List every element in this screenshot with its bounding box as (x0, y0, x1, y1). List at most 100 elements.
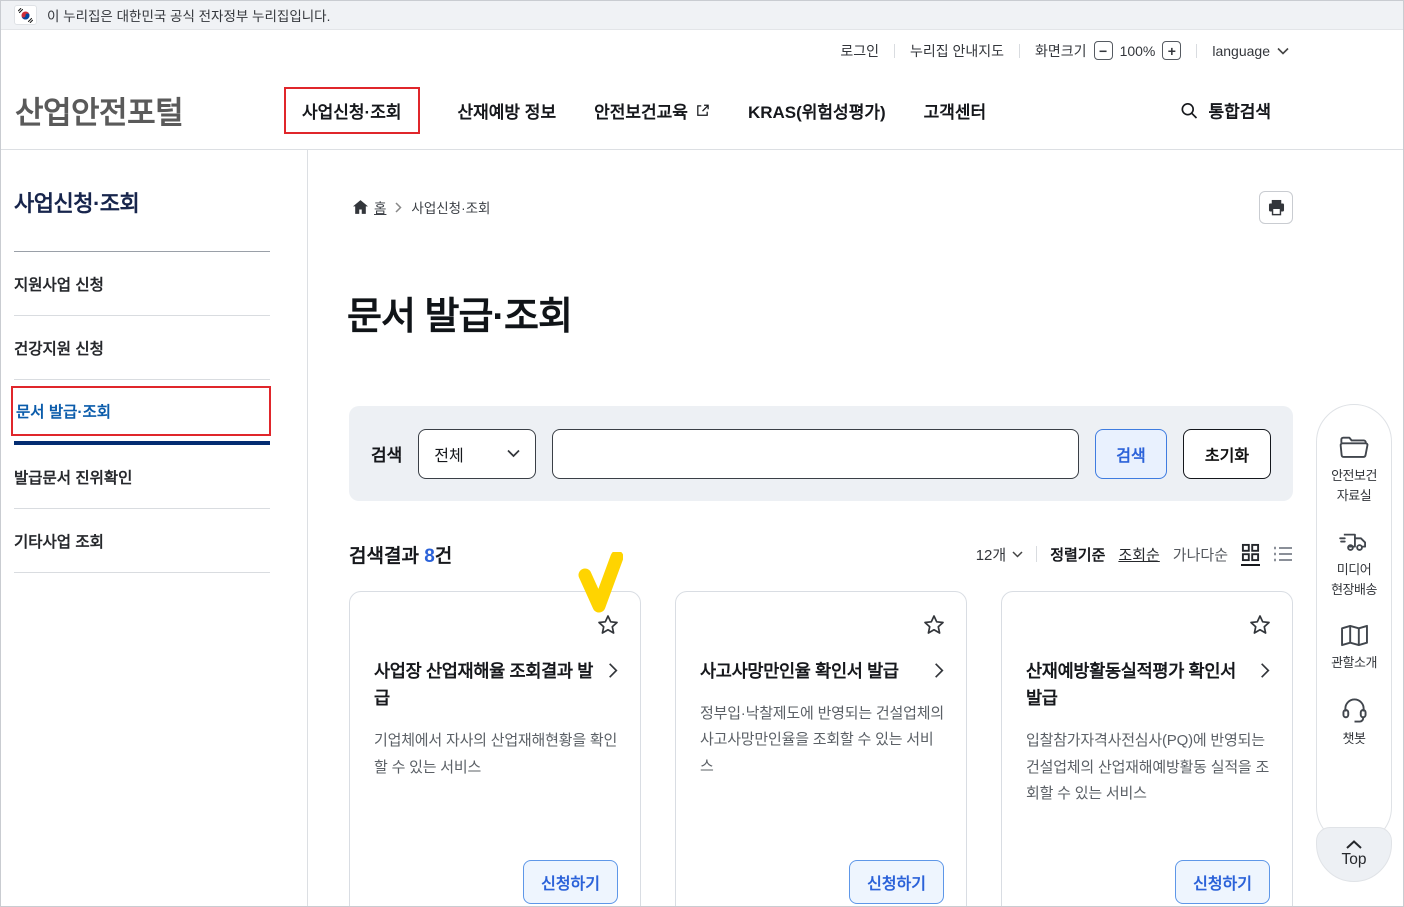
main-header: 산업안전포털 사업신청·조회 산재예방 정보 안전보건교육 KRAS(위험성평가… (1, 71, 1403, 150)
nav-label: 안전보건교육 (594, 98, 688, 123)
favorite-star-icon[interactable] (596, 613, 620, 642)
breadcrumb-current: 사업신청·조회 (411, 197, 490, 217)
nav-item-accident-prevention[interactable]: 산재예방 정보 (458, 98, 557, 123)
divider (894, 44, 895, 58)
card-title: 사고사망만인율 확인서 발급 (700, 658, 926, 685)
list-view-icon (1273, 546, 1293, 562)
nav-item-customer-center[interactable]: 고객센터 (924, 98, 987, 123)
scroll-to-top-button[interactable]: Top (1316, 827, 1392, 882)
quickmenu-label: 미디어 현장배송 (1331, 560, 1377, 599)
card-prevention-performance: 산재예방활동실적평가 확인서 발급 입찰참가자격사전심사(PQ)에 반영되는 건… (1001, 591, 1293, 907)
nav-item-business-apply[interactable]: 사업신청·조회 (284, 87, 420, 134)
quickmenu-media-delivery[interactable]: 미디어 현장배송 (1331, 530, 1377, 599)
favorite-star-icon[interactable] (1248, 613, 1272, 642)
reset-button[interactable]: 초기화 (1183, 429, 1271, 479)
sidebar-item-health-apply[interactable]: 건강지원 신청 (14, 316, 270, 379)
card-title-link[interactable]: 사고사망만인율 확인서 발급 (700, 658, 944, 685)
quickmenu-safety-library[interactable]: 안전보건 자료실 (1331, 435, 1377, 505)
home-icon (353, 200, 368, 214)
quick-menu: 안전보건 자료실 미디어 현장배송 관할소개 챗봇 (1316, 404, 1392, 845)
apply-button[interactable]: 신청하기 (849, 860, 944, 904)
printer-icon (1267, 198, 1286, 217)
card-title-link[interactable]: 사업장 산업재해율 조회결과 발급 (374, 658, 618, 712)
quickmenu-label: 안전보건 자료실 (1331, 466, 1377, 505)
sidebar-item-support-apply[interactable]: 지원사업 신청 (14, 252, 270, 315)
zoom-label: 화면크기 (1035, 41, 1087, 61)
search-label: 검색 (371, 441, 402, 466)
zoom-value: 100% (1120, 43, 1156, 59)
breadcrumb-home-label: 홈 (374, 197, 386, 217)
chevron-up-icon (1346, 840, 1362, 849)
folder-icon (1339, 435, 1369, 460)
divider (1196, 44, 1197, 58)
sidebar-item-document-issue[interactable]: 문서 발급·조회 (11, 386, 271, 436)
page-root: 이 누리집은 대한민국 공식 전자정부 누리집입니다. 로그인 누리집 안내지도… (0, 0, 1404, 907)
card-title: 산재예방활동실적평가 확인서 발급 (1026, 658, 1252, 712)
utility-bar: 로그인 누리집 안내지도 화면크기 − 100% + language (1, 30, 1403, 71)
sidebar-item-label: 기타사업 조회 (14, 530, 104, 552)
select-value: 전체 (434, 442, 463, 466)
nav-label: 사업신청·조회 (302, 98, 402, 123)
chevron-down-icon (507, 449, 520, 458)
divider (14, 572, 270, 573)
sidebar-item-label: 건강지원 신청 (14, 337, 104, 359)
zoom-in-button[interactable]: + (1162, 41, 1181, 60)
results-count-number: 8 (424, 546, 435, 567)
search-panel: 검색 전체 검색 초기화 (349, 406, 1293, 501)
card-description: 입찰참가자격사전심사(PQ)에 반영되는 건설업체의 산업재해예방활동 실적을 … (1026, 728, 1270, 807)
divider (14, 379, 270, 380)
apply-button[interactable]: 신청하기 (523, 860, 618, 904)
screen-zoom-control: 화면크기 − 100% + (1035, 41, 1181, 61)
sidebar-item-label: 지원사업 신청 (14, 273, 104, 295)
favorite-star-icon[interactable] (922, 613, 946, 642)
search-category-select[interactable]: 전체 (418, 429, 536, 479)
language-menu[interactable]: language (1212, 43, 1289, 59)
sidebar-title: 사업신청·조회 (14, 186, 270, 218)
global-search-label: 통합검색 (1208, 98, 1271, 123)
chevron-right-icon (395, 202, 402, 213)
results-count: 검색결과 8건 (349, 541, 452, 568)
divider (1019, 44, 1020, 58)
search-button[interactable]: 검색 (1095, 429, 1167, 479)
search-input[interactable] (552, 429, 1079, 479)
results-count-label: 검색결과 (349, 546, 419, 567)
korea-flag-icon (14, 5, 37, 25)
sort-by-views[interactable]: 조회순 (1118, 544, 1159, 565)
login-link[interactable]: 로그인 (840, 41, 879, 61)
nav-label: KRAS(위험성평가) (748, 98, 886, 123)
map-book-icon (1340, 624, 1369, 647)
page-size-select[interactable]: 12개 (976, 544, 1024, 565)
breadcrumb-home[interactable]: 홈 (353, 197, 386, 217)
page-size-value: 12개 (976, 544, 1007, 565)
quickmenu-jurisdiction-info[interactable]: 관할소개 (1331, 624, 1377, 673)
chevron-right-icon (608, 662, 618, 679)
sitemap-link[interactable]: 누리집 안내지도 (910, 41, 1004, 61)
quickmenu-label: 챗봇 (1343, 729, 1366, 749)
gov-banner: 이 누리집은 대한민국 공식 전자정부 누리집입니다. (1, 1, 1403, 30)
grid-view-toggle[interactable] (1241, 543, 1260, 566)
nav-item-kras[interactable]: KRAS(위험성평가) (748, 98, 886, 123)
card-title: 사업장 산업재해율 조회결과 발급 (374, 658, 600, 712)
headset-icon (1341, 698, 1368, 723)
quickmenu-chatbot[interactable]: 챗봇 (1341, 698, 1368, 749)
card-description: 정부입·낙찰제도에 반영되는 건설업체의 사고사망만인율을 조회할 수 있는 서… (700, 701, 944, 780)
chevron-right-icon (934, 662, 944, 679)
quickmenu-label: 관할소개 (1331, 653, 1377, 673)
sidebar-item-other-business[interactable]: 기타사업 조회 (14, 509, 270, 572)
global-search-button[interactable]: 통합검색 (1179, 98, 1271, 123)
sidebar-item-document-verify[interactable]: 발급문서 진위확인 (14, 445, 270, 508)
site-logo[interactable]: 산업안전포털 (15, 88, 183, 133)
print-button[interactable] (1259, 191, 1293, 224)
card-title-link[interactable]: 산재예방활동실적평가 확인서 발급 (1026, 658, 1270, 712)
results-count-suffix: 건 (435, 546, 452, 567)
chevron-right-icon (1260, 662, 1270, 679)
sort-by-alphabet[interactable]: 가나다순 (1173, 544, 1228, 565)
external-link-icon (695, 103, 710, 118)
nav-item-safety-education[interactable]: 안전보건교육 (594, 98, 710, 123)
apply-button[interactable]: 신청하기 (1175, 860, 1270, 904)
grid-view-icon (1241, 543, 1260, 562)
list-view-toggle[interactable] (1273, 546, 1293, 562)
zoom-out-button[interactable]: − (1094, 41, 1113, 60)
card-industrial-accident-rate: 사업장 산업재해율 조회결과 발급 기업체에서 자사의 산업재해현황을 확인할 … (349, 591, 641, 907)
truck-icon (1339, 530, 1369, 554)
